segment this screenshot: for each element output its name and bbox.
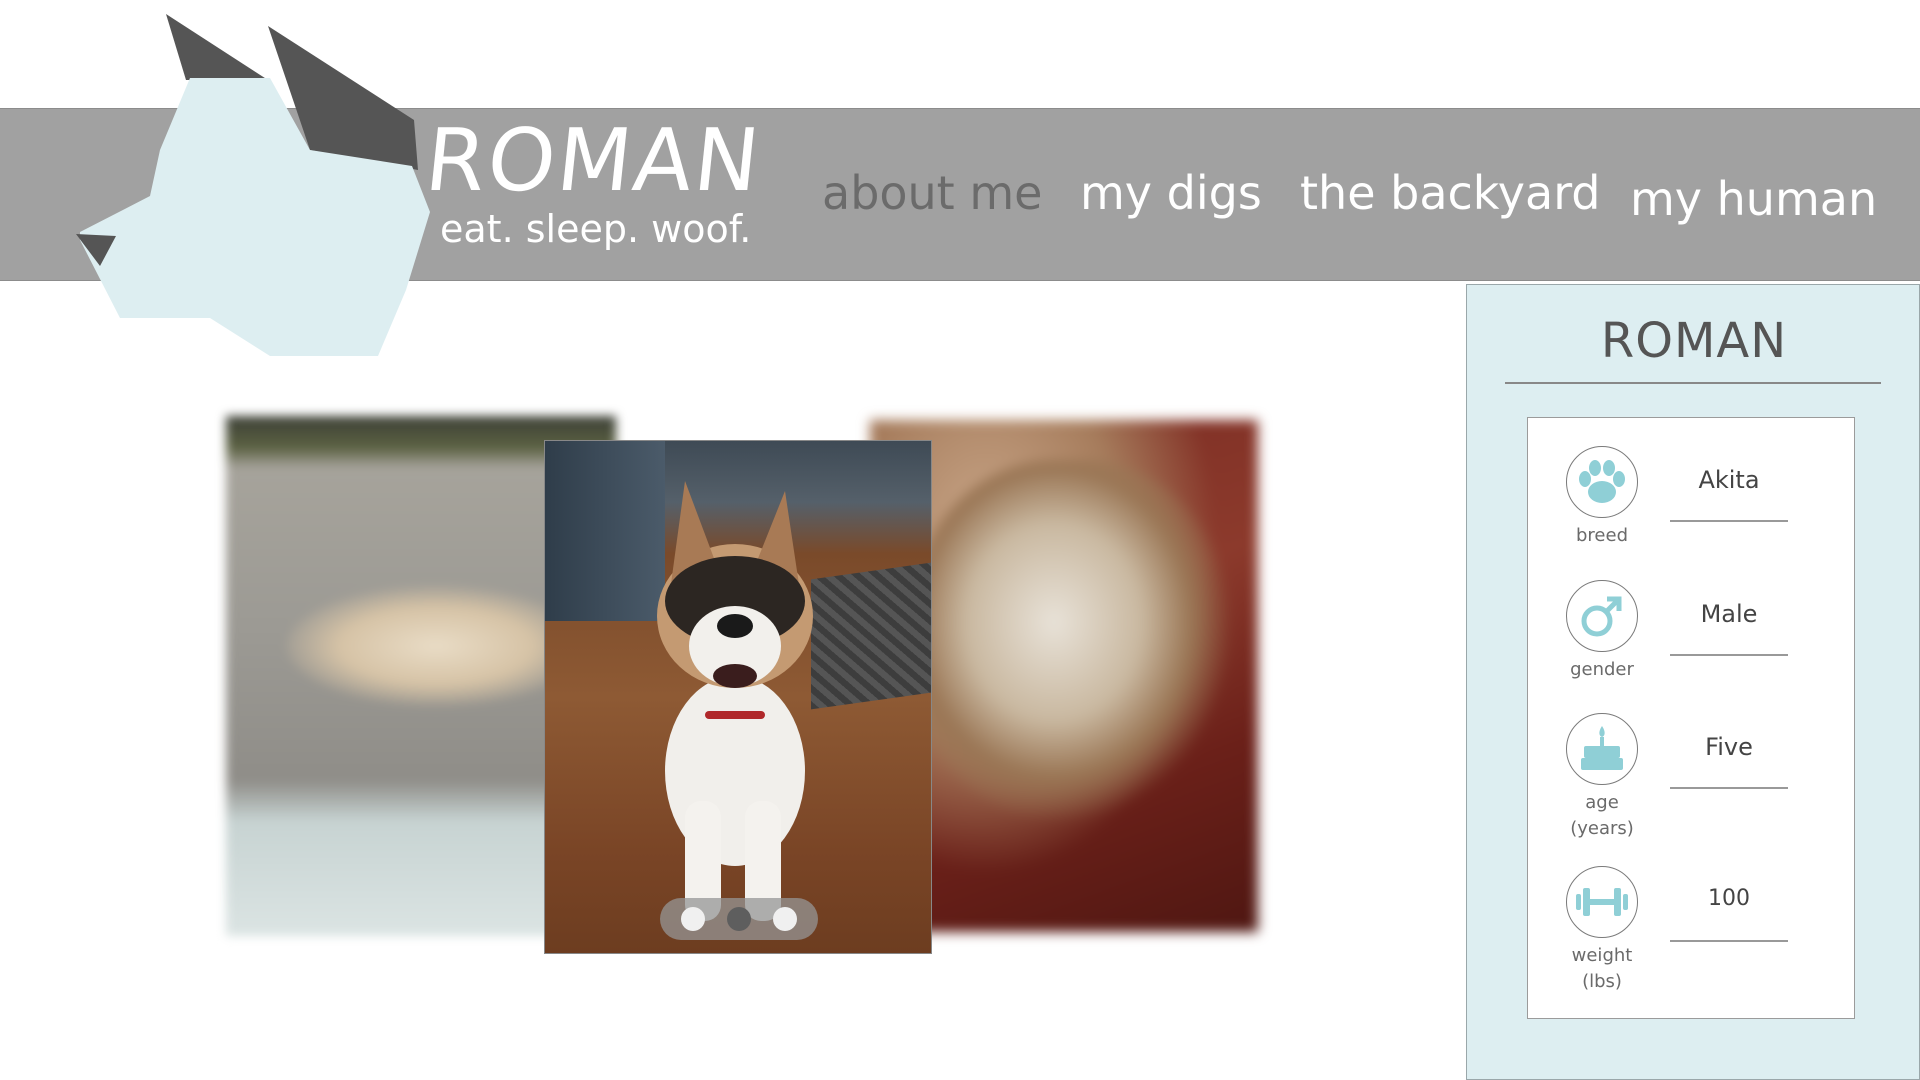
brand-title: ROMAN xyxy=(420,111,767,211)
profile-panel: ROMAN breed Akita gender Male age (years… xyxy=(1466,284,1920,1080)
brand-tagline: eat. sleep. woof. xyxy=(440,207,752,251)
profile-name: ROMAN xyxy=(1600,313,1788,369)
carousel-dot-2[interactable] xyxy=(727,907,751,931)
age-value: Five xyxy=(1705,733,1753,761)
dog-logo-icon[interactable] xyxy=(0,0,440,370)
dumbbell-icon xyxy=(1566,866,1638,938)
nav-about-me[interactable]: about me xyxy=(822,170,1042,216)
nav-my-digs[interactable]: my digs xyxy=(1080,170,1262,216)
profile-divider xyxy=(1505,382,1881,384)
breed-value: Akita xyxy=(1698,466,1760,494)
age-label-line2: (years) xyxy=(1570,818,1634,839)
nav-my-human[interactable]: my human xyxy=(1630,176,1877,222)
nav-the-backyard[interactable]: the backyard xyxy=(1300,170,1601,216)
gender-label: gender xyxy=(1570,659,1634,680)
age-label-line1: age xyxy=(1585,792,1619,813)
gender-value: Male xyxy=(1700,600,1758,628)
breed-label: breed xyxy=(1575,525,1628,546)
age-underline xyxy=(1670,787,1788,789)
gender-underline xyxy=(1670,654,1788,656)
birthday-cake-icon xyxy=(1566,713,1638,785)
weight-underline xyxy=(1670,940,1788,942)
dog-photo-image xyxy=(657,481,813,921)
weight-label-line1: weight xyxy=(1571,945,1633,966)
weight-label: weight (lbs) xyxy=(1542,943,1662,995)
breed-underline xyxy=(1670,520,1788,522)
carousel-dot-3[interactable] xyxy=(773,907,797,931)
carousel-dot-1[interactable] xyxy=(681,907,705,931)
age-label: age (years) xyxy=(1542,790,1662,842)
weight-label-line2: (lbs) xyxy=(1582,971,1622,992)
photo-current-dog-standing[interactable] xyxy=(544,440,932,954)
weight-value: 100 xyxy=(1708,886,1750,911)
male-symbol-icon xyxy=(1566,580,1638,652)
carousel-indicator xyxy=(660,898,818,940)
paw-icon xyxy=(1566,446,1638,518)
info-card: breed Akita gender Male age (years) Five… xyxy=(1527,417,1855,1019)
